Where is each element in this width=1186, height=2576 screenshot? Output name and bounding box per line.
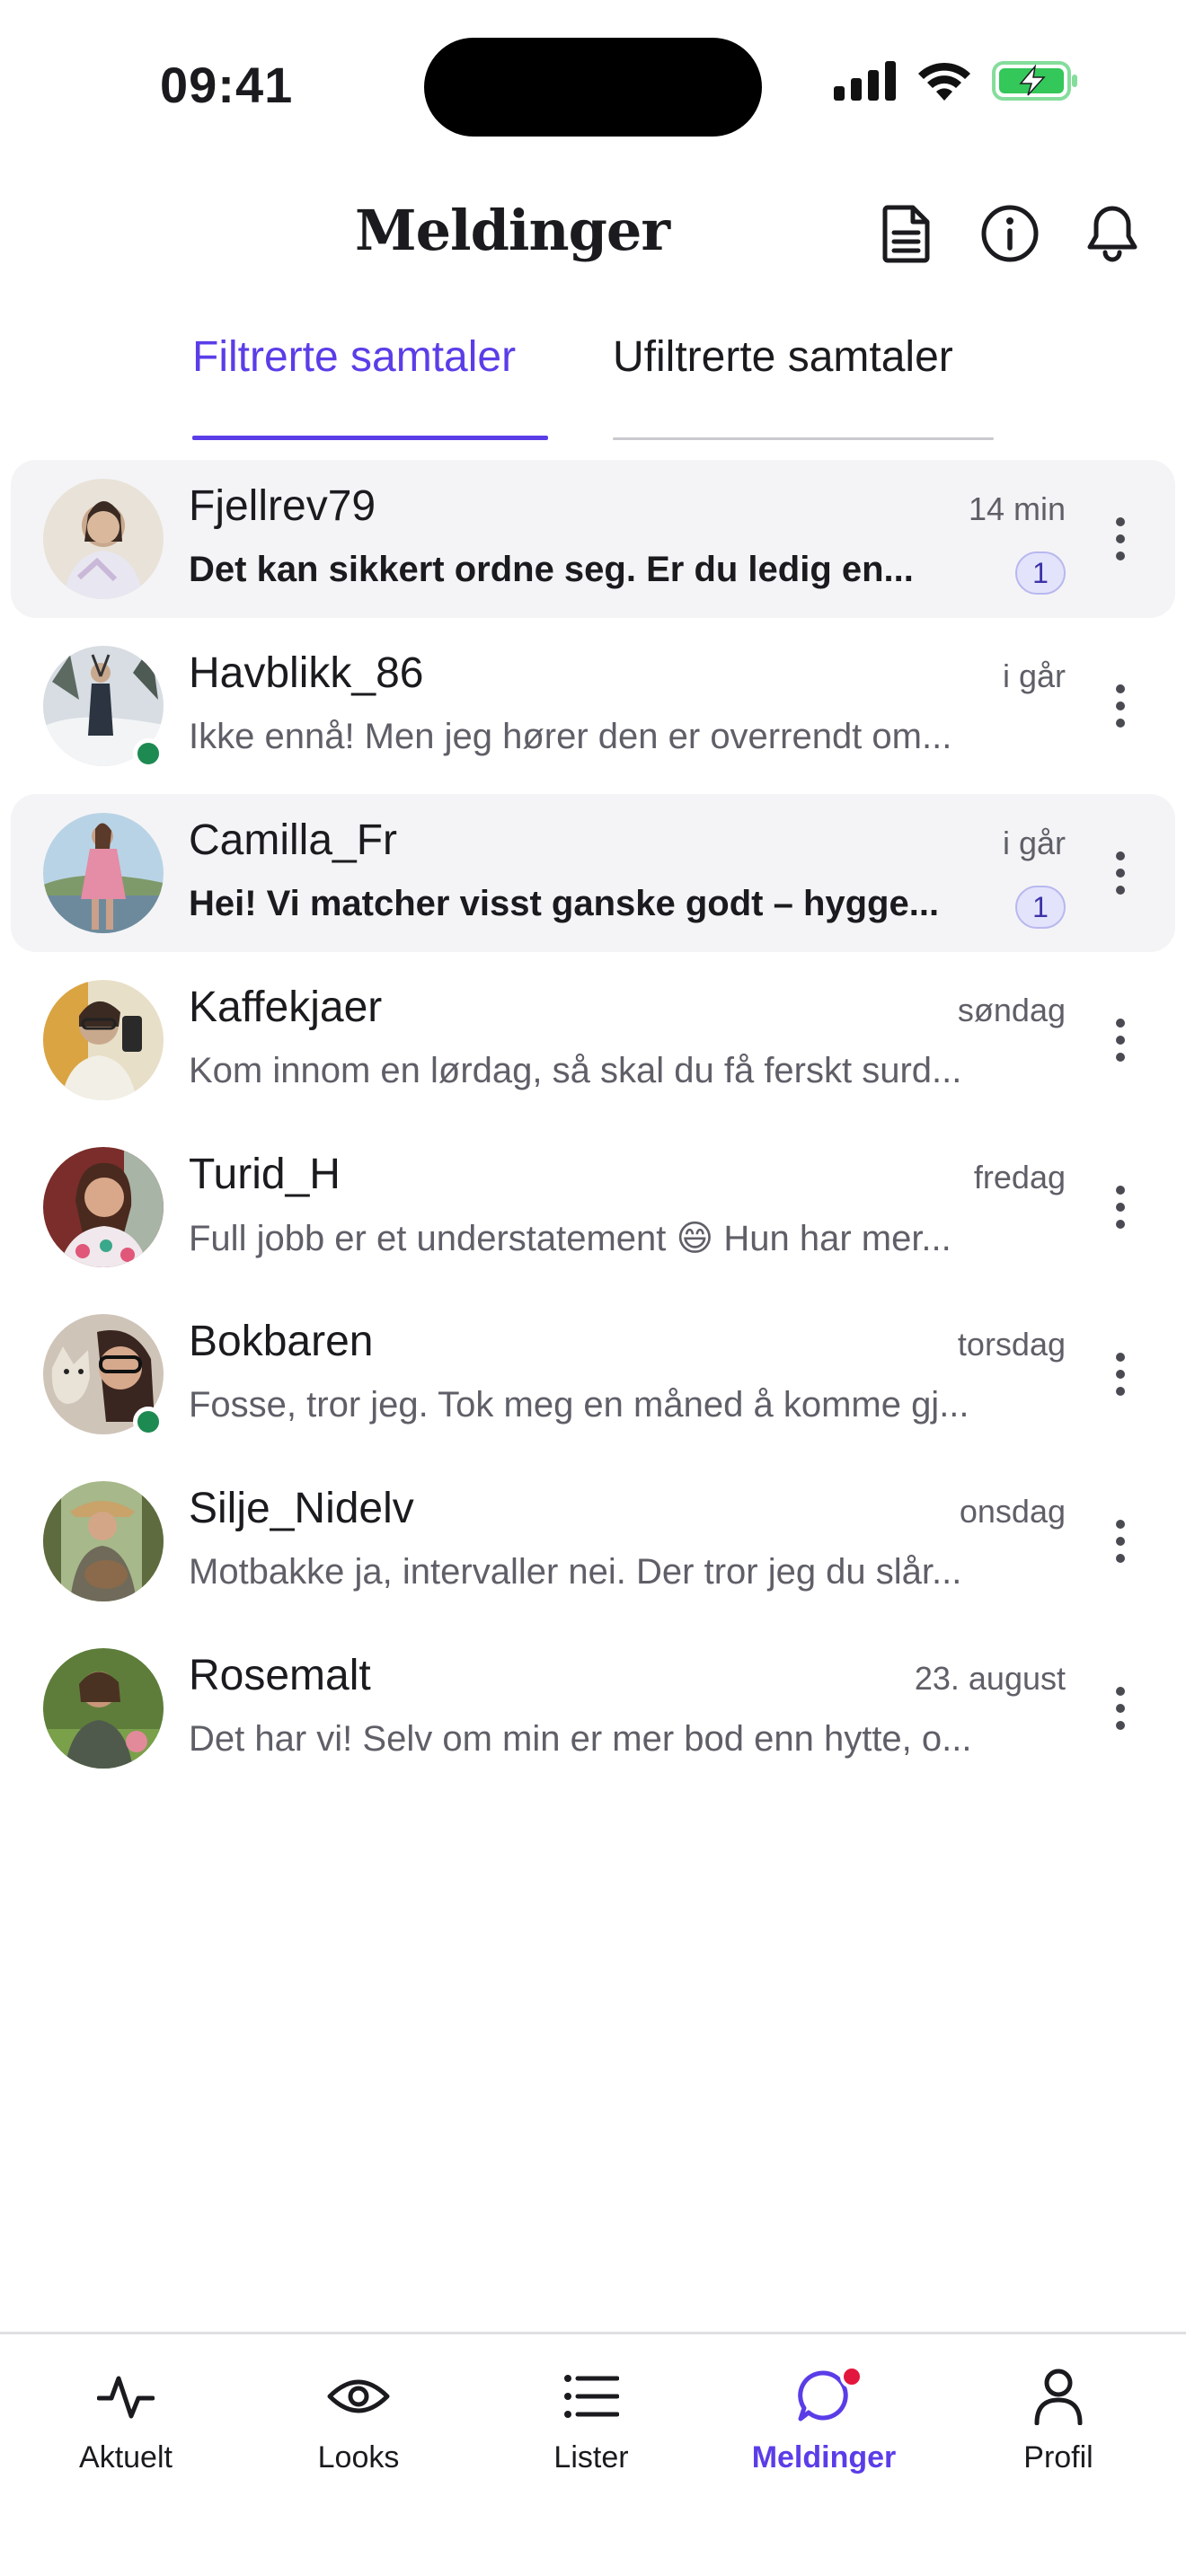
conversation-preview: Ikke ennå! Men jeg hører den er overrend… xyxy=(189,717,952,756)
conversation-time: fredag xyxy=(973,1159,1066,1195)
nav-label: Profil xyxy=(1023,2440,1093,2475)
conversation-row[interactable]: Silje_Nidelv onsdag Motbakke ja, interva… xyxy=(11,1462,1175,1620)
status-bar: 09:41 xyxy=(0,0,1186,171)
notification-dot xyxy=(840,2365,863,2388)
more-options-icon[interactable] xyxy=(1098,1514,1143,1568)
signal-icon xyxy=(834,61,896,101)
more-options-icon[interactable] xyxy=(1098,1347,1143,1401)
conversation-name: Fjellrev79 xyxy=(189,482,376,530)
nav-item-lister[interactable]: Lister xyxy=(501,2356,681,2500)
conversation-name: Silje_Nidelv xyxy=(189,1485,414,1532)
notifications-button[interactable] xyxy=(1076,198,1148,269)
online-indicator xyxy=(133,1407,164,1437)
tab-unfiltered[interactable]: Ufiltrerte samtaler xyxy=(613,323,994,440)
conversation-preview: Fosse, tror jeg. Tok meg en måned å komm… xyxy=(189,1385,969,1425)
conversation-time: 23. august xyxy=(914,1660,1066,1697)
more-options-icon[interactable] xyxy=(1098,512,1143,566)
nav-label: Lister xyxy=(553,2440,629,2475)
nav-item-aktuelt[interactable]: Aktuelt xyxy=(36,2356,216,2500)
avatar xyxy=(43,1648,164,1769)
eye-icon xyxy=(327,2379,390,2413)
conversation-name: Turid_H xyxy=(189,1151,341,1198)
avatar xyxy=(43,479,164,599)
conversation-row[interactable]: Fjellrev79 14 min Det kan sikkert ordne … xyxy=(11,460,1175,618)
nav-item-looks[interactable]: Looks xyxy=(269,2356,448,2500)
conversation-row[interactable]: Turid_H fredag Full jobb er et understat… xyxy=(11,1128,1175,1286)
battery-charging-icon xyxy=(992,61,1077,101)
conversation-time: onsdag xyxy=(959,1493,1066,1530)
conversation-preview: Full jobb er et understatement 😄 Hun har… xyxy=(189,1219,951,1258)
avatar xyxy=(43,1147,164,1267)
more-options-icon[interactable] xyxy=(1098,679,1143,733)
tab-active-indicator xyxy=(192,436,548,440)
nav-label: Looks xyxy=(317,2440,400,2475)
conversation-time: 14 min xyxy=(968,490,1066,527)
list-icon xyxy=(564,2375,619,2418)
conversation-name: Bokbaren xyxy=(189,1318,374,1365)
person-icon xyxy=(1034,2369,1083,2425)
more-options-icon[interactable] xyxy=(1098,1180,1143,1234)
header: Meldinger xyxy=(0,180,1186,287)
more-options-icon[interactable] xyxy=(1098,1681,1143,1735)
unread-badge: 1 xyxy=(1015,551,1066,595)
tab-filtered[interactable]: Filtrerte samtaler xyxy=(192,323,548,440)
conversation-preview: Motbakke ja, intervaller nei. Der tror j… xyxy=(189,1552,962,1592)
avatar xyxy=(43,980,164,1100)
status-icons xyxy=(834,61,1078,101)
info-icon xyxy=(981,205,1039,262)
conversation-name: Kaffekjaer xyxy=(189,984,383,1031)
conversation-name: Rosemalt xyxy=(189,1652,371,1699)
conversation-row[interactable]: Rosemalt 23. august Det har vi! Selv om … xyxy=(11,1629,1175,1787)
conversation-time: søndag xyxy=(957,992,1066,1028)
conversation-row[interactable]: Bokbaren torsdag Fosse, tror jeg. Tok me… xyxy=(11,1295,1175,1453)
nav-label: Aktuelt xyxy=(79,2440,173,2475)
info-button[interactable] xyxy=(974,198,1046,269)
online-indicator xyxy=(133,738,164,769)
conversation-row[interactable]: Camilla_Fr i går Hei! Vi matcher visst g… xyxy=(11,794,1175,952)
wifi-icon xyxy=(918,62,970,101)
document-icon xyxy=(882,205,930,263)
avatar xyxy=(43,1481,164,1601)
bottom-navigation: Aktuelt Looks Lister Meldinger Profil xyxy=(0,2332,1186,2576)
conversation-preview: Hei! Vi matcher visst ganske godt – hygg… xyxy=(189,884,940,923)
more-options-icon[interactable] xyxy=(1098,1013,1143,1067)
conversation-preview: Det har vi! Selv om min er mer bod enn h… xyxy=(189,1719,972,1759)
more-options-icon[interactable] xyxy=(1098,846,1143,900)
conversation-row[interactable]: Havblikk_86 i går Ikke ennå! Men jeg hør… xyxy=(11,627,1175,785)
conversation-time: torsdag xyxy=(957,1326,1066,1363)
unread-badge: 1 xyxy=(1015,886,1066,929)
nav-item-meldinger[interactable]: Meldinger xyxy=(734,2356,914,2500)
conversation-name: Camilla_Fr xyxy=(189,816,398,864)
avatar xyxy=(43,813,164,933)
conversation-tabs: Filtrerte samtaler Ufiltrerte samtaler xyxy=(0,323,1186,440)
conversation-time: i går xyxy=(1002,825,1066,861)
nav-item-profil[interactable]: Profil xyxy=(969,2356,1148,2500)
conversation-row[interactable]: Kaffekjaer søndag Kom innom en lørdag, s… xyxy=(11,961,1175,1119)
document-button[interactable] xyxy=(872,198,943,269)
status-time: 09:41 xyxy=(160,57,294,113)
nav-label: Meldinger xyxy=(751,2440,897,2475)
page-title: Meldinger xyxy=(354,198,670,263)
dynamic-island xyxy=(424,38,762,137)
activity-icon xyxy=(97,2376,155,2419)
tab-inactive-indicator xyxy=(613,437,994,440)
conversation-time: i går xyxy=(1002,657,1066,694)
conversation-preview: Kom innom en lørdag, så skal du få fersk… xyxy=(189,1051,962,1090)
bell-icon xyxy=(1087,206,1137,262)
conversation-name: Havblikk_86 xyxy=(189,649,424,697)
tab-filtered-label: Filtrerte samtaler xyxy=(192,333,517,381)
tab-unfiltered-label: Ufiltrerte samtaler xyxy=(613,333,953,381)
conversation-preview: Det kan sikkert ordne seg. Er du ledig e… xyxy=(189,550,914,589)
